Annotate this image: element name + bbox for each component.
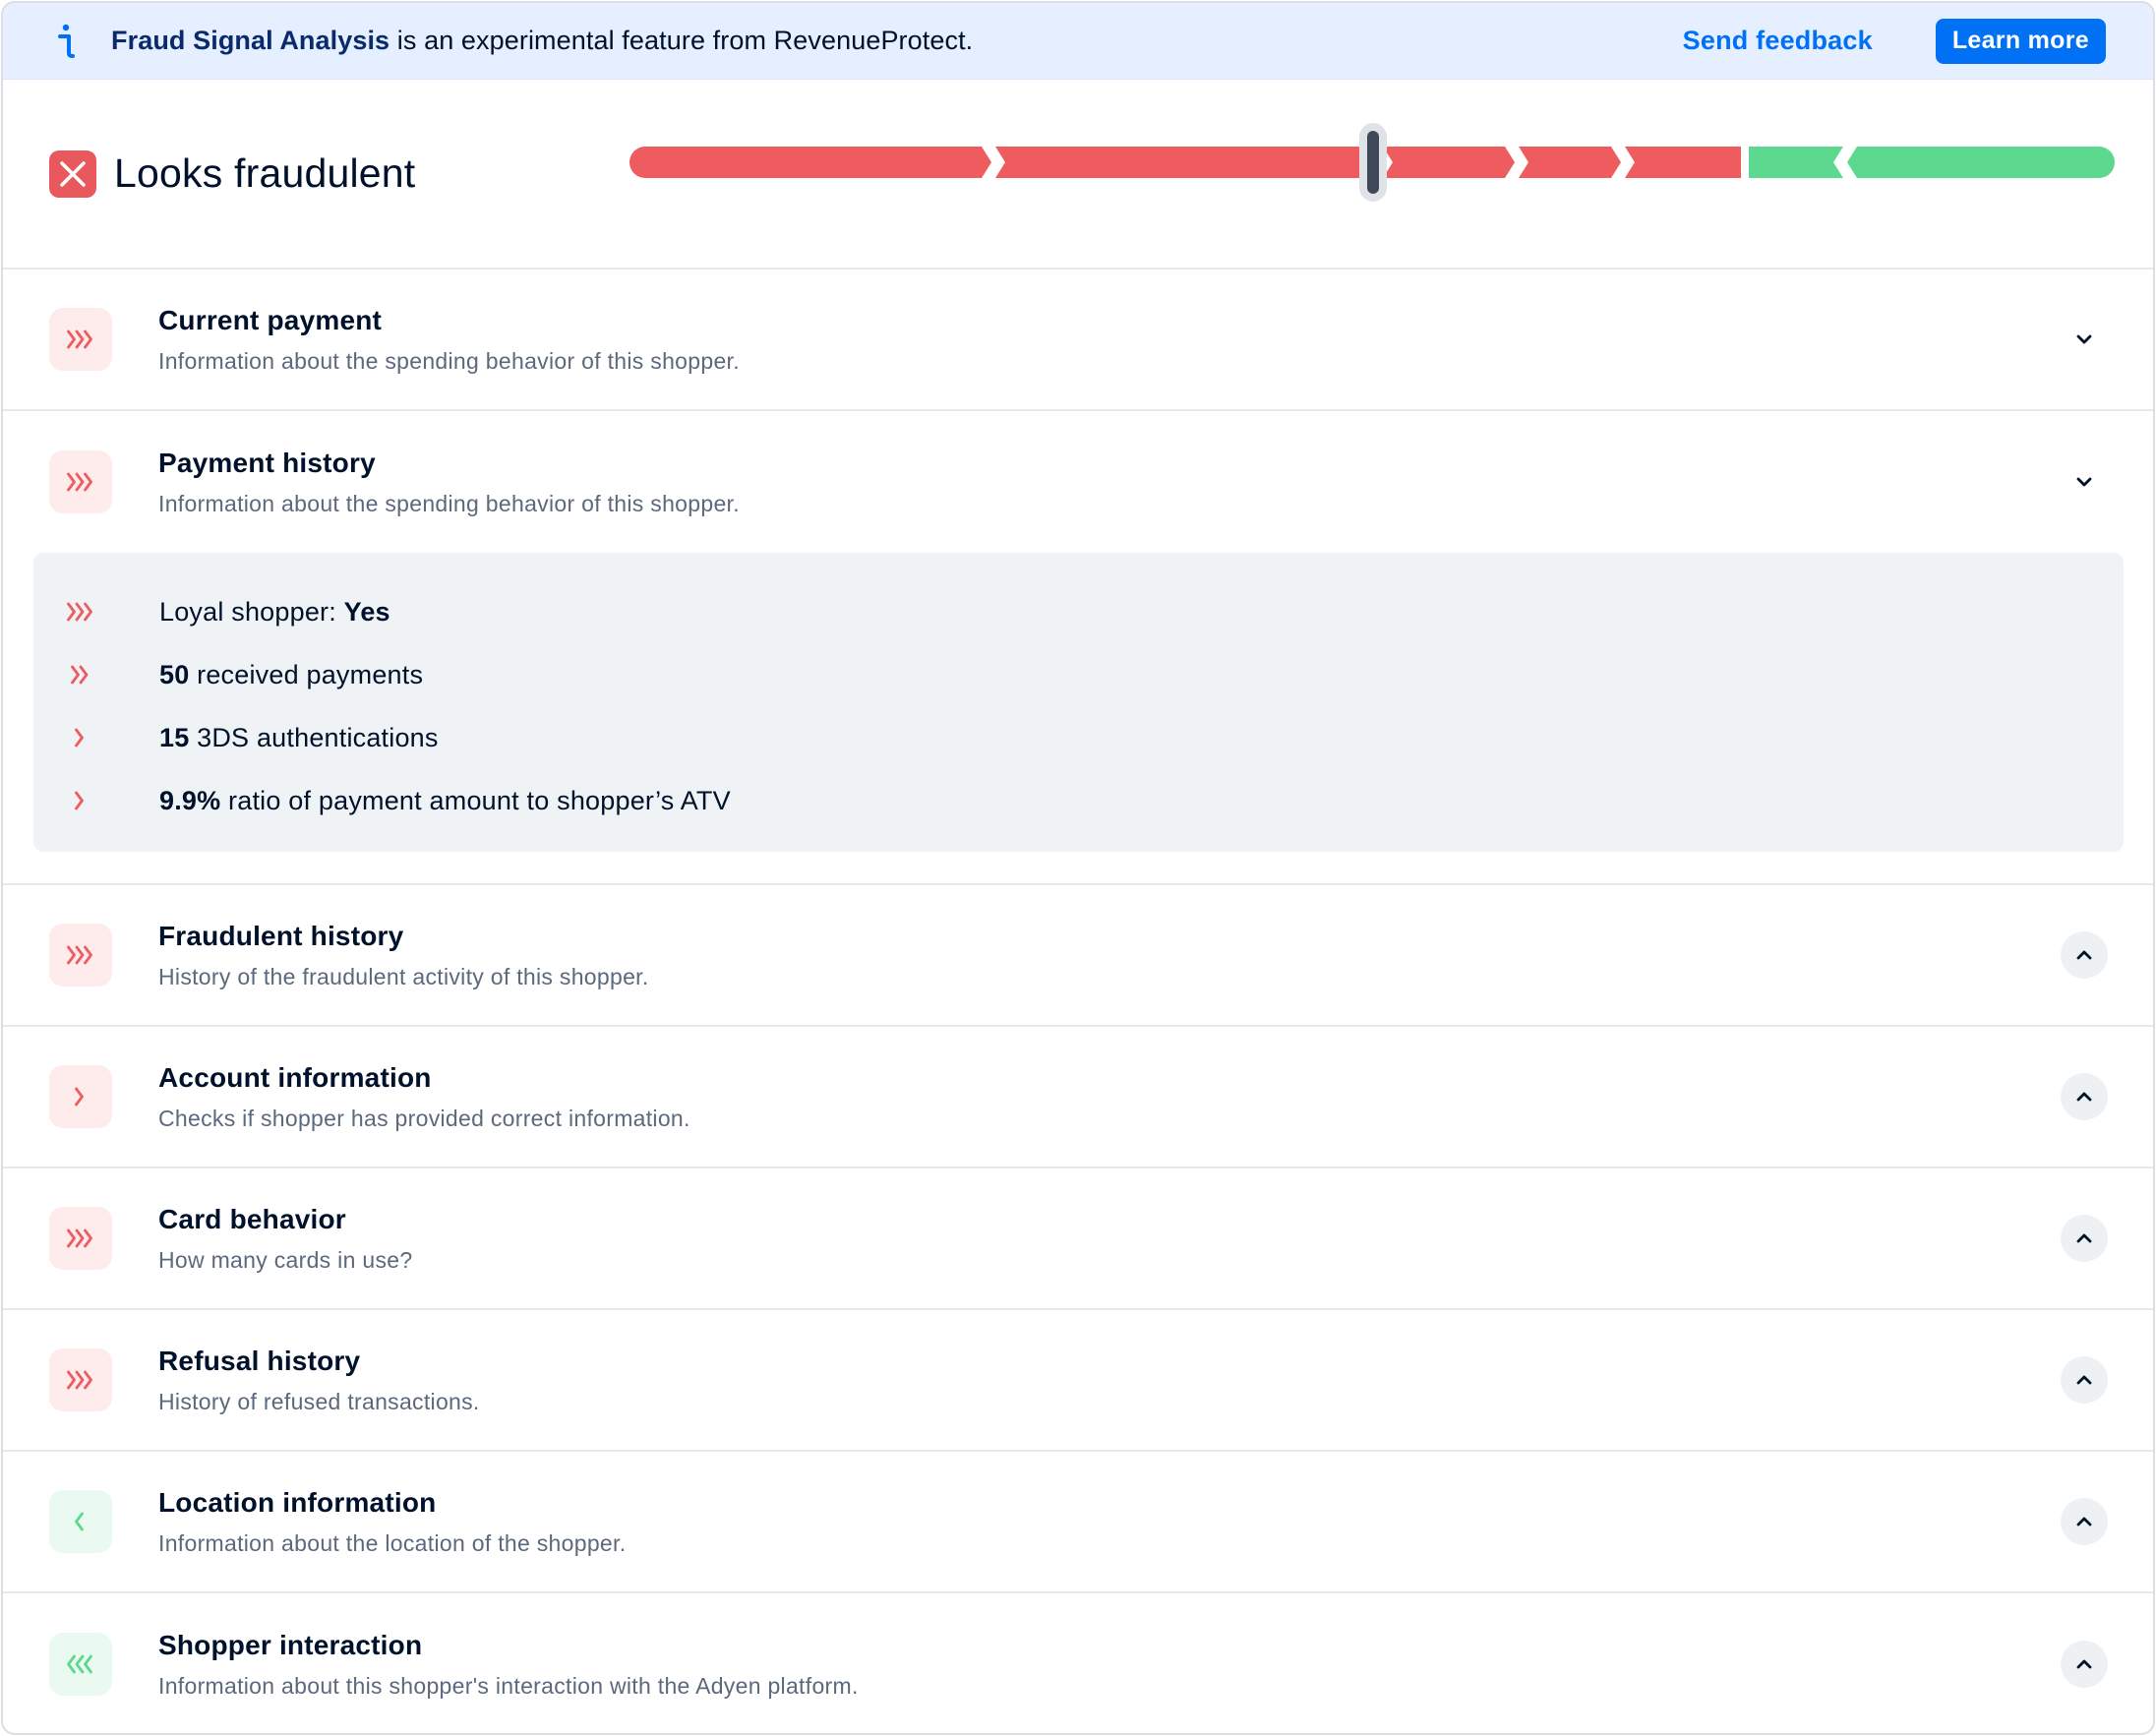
send-feedback-link[interactable]: Send feedback [1683,26,1873,56]
score-marker [1359,123,1387,202]
chevron-up-icon[interactable] [2061,1641,2108,1688]
fraud-signal-card: Fraud Signal Analysis is an experimental… [1,1,2155,1735]
verdict-row: Looks fraudulent [3,80,2153,269]
detail-value: 9.9% [159,785,221,815]
section-account-information[interactable]: Account information Checks if shopper ha… [3,1027,2153,1168]
chevron-up-icon[interactable] [2061,1215,2108,1262]
chevron-down-icon[interactable] [2061,458,2108,506]
close-icon [49,150,96,198]
section-shopper-interaction[interactable]: Shopper interaction Information about th… [3,1593,2153,1733]
chevron-up-icon[interactable] [2061,1356,2108,1404]
detail-value: Yes [343,596,390,627]
fraud-signal-icon [33,791,128,810]
section-title: Refusal history [158,1345,361,1376]
safe-signal-icon [49,1633,112,1696]
chevron-up-icon[interactable] [2061,931,2108,979]
chevron-up-icon[interactable] [2061,1073,2108,1120]
detail-row: 9.9% ratio of payment amount to shopper’… [33,769,2124,832]
section-description: Information about the spending behavior … [158,347,740,374]
meter-segment [995,147,1379,178]
detail-row: 15 3DS authentications [33,706,2124,769]
chevron-up-icon[interactable] [2061,1498,2108,1545]
section-description: Information about the location of the sh… [158,1529,627,1556]
fraud-signal-icon [49,924,112,987]
section-title: Fraudulent history [158,920,404,951]
section-description: Information about this shopper's interac… [158,1672,859,1699]
fraud-signal-icon [49,308,112,371]
meter-segment [629,147,991,178]
verdict-title: Looks fraudulent [114,150,416,196]
detail-label: received payments [189,659,424,689]
detail-label: 3DS authentications [189,722,439,752]
section-description: Checks if shopper has provided correct i… [158,1105,690,1131]
safe-signal-icon [49,1490,112,1553]
fraud-signal-icon [33,728,128,748]
banner-message: Fraud Signal Analysis is an experimental… [111,26,1683,56]
section-description: History of the fraudulent activity of th… [158,963,649,989]
section-current-payment[interactable]: Current payment Information about the sp… [3,269,2153,411]
experimental-banner: Fraud Signal Analysis is an experimental… [3,3,2153,80]
fraud-signal-icon [33,665,128,685]
section-title: Card behavior [158,1203,346,1234]
detail-row: Loyal shopper: Yes [33,580,2124,643]
fraud-signal-icon [49,1065,112,1128]
info-icon [58,24,75,58]
detail-row: 50 received payments [33,643,2124,706]
detail-value: 15 [159,722,190,752]
signal-sections: Current payment Information about the sp… [3,269,2153,1733]
section-title: Current payment [158,304,383,335]
expanded-section-payment-history: Payment history Information about the sp… [3,411,2153,885]
fraud-signal-icon [49,450,112,513]
meter-segment [1749,147,1843,178]
payment-history-details: Loyal shopper: Yes 50 received payments … [33,553,2124,852]
section-payment-history[interactable]: Payment history Information about the sp… [3,411,2153,553]
section-description: History of refused transactions. [158,1388,480,1414]
section-description: How many cards in use? [158,1246,413,1273]
learn-more-button[interactable]: Learn more [1935,18,2106,64]
detail-value: 50 [159,659,190,689]
fraud-signal-icon [49,1207,112,1270]
section-title: Shopper interaction [158,1629,423,1660]
detail-label: ratio of payment amount to shopper’s ATV [220,785,731,815]
section-title: Account information [158,1061,432,1093]
section-title: Payment history [158,447,376,478]
detail-label: Loyal shopper: [159,596,344,627]
chevron-down-icon[interactable] [2061,316,2108,363]
section-card-behavior[interactable]: Card behavior How many cards in use? [3,1168,2153,1310]
feature-name: Fraud Signal Analysis [111,26,390,55]
banner-message-text: is an experimental feature from RevenueP… [389,26,974,55]
section-refusal-history[interactable]: Refusal history History of refused trans… [3,1310,2153,1452]
risk-score-meter [629,123,2115,202]
section-location-information[interactable]: Location information Information about t… [3,1452,2153,1593]
fraud-signal-icon [33,602,128,622]
section-title: Location information [158,1486,437,1518]
fraud-signal-icon [49,1348,112,1411]
section-description: Information about the spending behavior … [158,490,740,516]
meter-segment [1847,147,2115,178]
meter-segment [1383,147,1515,178]
meter-segment [1519,147,1621,178]
meter-segment [1625,147,1741,178]
section-fraudulent-history[interactable]: Fraudulent history History of the fraudu… [3,885,2153,1027]
